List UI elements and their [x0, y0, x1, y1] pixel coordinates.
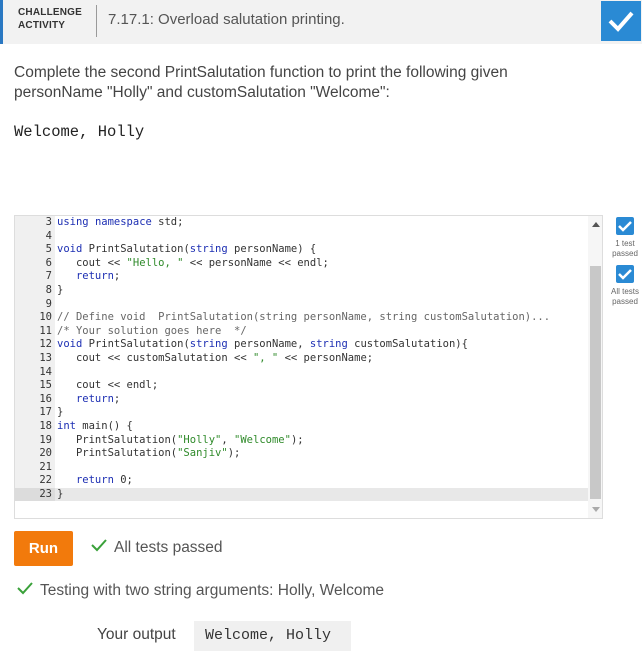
code-text[interactable]: cout << customSalutation << ", " << pers… — [57, 352, 373, 366]
code-text[interactable]: void PrintSalutation(string personName) … — [57, 243, 316, 257]
challenge-header: CHALLENGE ACTIVITY 7.17.1: Overload salu… — [0, 0, 642, 44]
code-line[interactable]: 22 return 0; — [15, 474, 588, 488]
code-text[interactable]: PrintSalutation("Sanjiv"); — [57, 447, 240, 461]
code-text[interactable]: cout << "Hello, " << personName << endl; — [57, 257, 329, 271]
test-1-check-icon — [616, 217, 634, 235]
line-number: 3 — [15, 216, 55, 230]
line-number: 12 — [15, 338, 55, 352]
line-number: 7 — [15, 270, 55, 284]
code-text[interactable]: int main() { — [57, 420, 133, 434]
code-text[interactable]: PrintSalutation("Holly", "Welcome"); — [57, 434, 304, 448]
scrollbar-thumb[interactable] — [590, 266, 601, 499]
code-text[interactable]: cout << endl; — [57, 379, 158, 393]
completion-check-icon — [601, 1, 641, 41]
code-line[interactable]: 3 using namespace std; — [15, 216, 588, 230]
code-line[interactable]: 6 cout << "Hello, " << personName << end… — [15, 256, 588, 271]
line-number: 5 — [15, 243, 55, 257]
header-divider — [96, 5, 97, 37]
testing-check-icon — [16, 581, 34, 600]
status-text: All tests passed — [114, 538, 223, 556]
test-1-label: 1 test passed — [612, 239, 638, 258]
code-line[interactable]: 17} — [15, 406, 588, 420]
code-text[interactable]: // Define void PrintSalutation(string pe… — [57, 311, 550, 325]
code-line[interactable]: 5 void PrintSalutation(string personName)… — [15, 243, 588, 257]
code-line[interactable]: 7 return; — [15, 270, 588, 284]
line-number: 16 — [15, 392, 55, 407]
activity-title: 7.17.1: Overload salutation printing. — [108, 11, 345, 28]
output-value: Welcome, Holly — [194, 621, 351, 651]
instructions-text: Complete the second PrintSalutation func… — [14, 64, 508, 101]
output-label: Your output — [97, 626, 176, 643]
line-number: 9 — [15, 297, 55, 312]
run-button[interactable]: Run — [14, 531, 73, 566]
code-text[interactable]: return; — [57, 393, 120, 407]
editor-scrollbar[interactable] — [588, 216, 602, 518]
line-number: 15 — [15, 379, 55, 393]
code-lines[interactable]: 3 using namespace std; 4 5 void PrintSalutat… — [15, 216, 588, 502]
code-line[interactable]: 19 PrintSalutation("Holly", "Welcome"); — [15, 433, 588, 448]
line-number: 18 — [15, 419, 55, 434]
line-number: 17 — [15, 406, 55, 420]
line-number: 23 — [15, 487, 55, 502]
code-line[interactable]: 4 — [15, 229, 588, 244]
line-number: 22 — [15, 474, 55, 488]
code-text[interactable]: return 0; — [57, 474, 133, 488]
line-number: 10 — [15, 311, 55, 325]
code-line[interactable]: 18 int main() { — [15, 419, 588, 434]
line-number: 19 — [15, 433, 55, 448]
status-check-icon — [90, 538, 108, 557]
code-text[interactable]: using namespace std; — [57, 216, 183, 230]
line-number: 11 — [15, 324, 55, 339]
code-text[interactable]: /* Your solution goes here */ — [57, 325, 247, 339]
code-line[interactable]: 9 — [15, 297, 588, 312]
testing-text: Testing with two string arguments: Holly… — [40, 581, 384, 599]
line-number: 8 — [15, 283, 55, 298]
test-results-column: 1 test passed All tests passed — [608, 217, 642, 307]
code-editor[interactable]: 3 using namespace std; 4 5 void PrintSalutat… — [14, 215, 603, 519]
code-line[interactable]: 8} — [15, 283, 588, 298]
line-number: 4 — [15, 229, 55, 244]
code-line[interactable]: 10// Define void PrintSalutation(string … — [15, 311, 588, 325]
active-line-highlight — [55, 487, 588, 502]
code-text[interactable]: void PrintSalutation(string personName, … — [57, 338, 468, 352]
code-line[interactable]: 14 — [15, 365, 588, 380]
code-line[interactable]: 16 return; — [15, 392, 588, 407]
challenge-badge: CHALLENGE ACTIVITY — [18, 6, 82, 32]
expected-output: Welcome, Holly — [14, 123, 145, 141]
code-line[interactable]: 15 cout << endl; — [15, 379, 588, 393]
code-line[interactable]: 13 cout << customSalutation << ", " << p… — [15, 351, 588, 366]
badge-line-1: CHALLENGE — [18, 7, 83, 18]
line-number: 21 — [15, 460, 55, 475]
code-text[interactable]: } — [57, 284, 63, 298]
status-message: All tests passed — [90, 538, 223, 557]
code-line[interactable]: 20 PrintSalutation("Sanjiv"); — [15, 447, 588, 461]
code-line[interactable]: 12 void PrintSalutation(string personName… — [15, 338, 588, 352]
code-text[interactable]: return; — [57, 270, 120, 284]
line-number: 13 — [15, 351, 55, 366]
scroll-up-icon[interactable] — [592, 222, 600, 227]
test-2-label: All tests passed — [610, 287, 639, 306]
line-number: 14 — [15, 365, 55, 380]
code-line[interactable]: 11/* Your solution goes here */ — [15, 324, 588, 339]
badge-line-2: ACTIVITY — [18, 20, 66, 31]
code-line[interactable]: 21 — [15, 460, 588, 475]
line-number: 6 — [15, 256, 55, 271]
scroll-down-icon[interactable] — [592, 507, 600, 512]
line-number: 20 — [15, 447, 55, 461]
test-2-check-icon — [616, 265, 634, 283]
code-text[interactable]: } — [57, 488, 63, 502]
test-description: Testing with two string arguments: Holly… — [16, 581, 384, 600]
code-line[interactable]: 23} — [15, 487, 588, 502]
code-text[interactable]: } — [57, 406, 63, 420]
